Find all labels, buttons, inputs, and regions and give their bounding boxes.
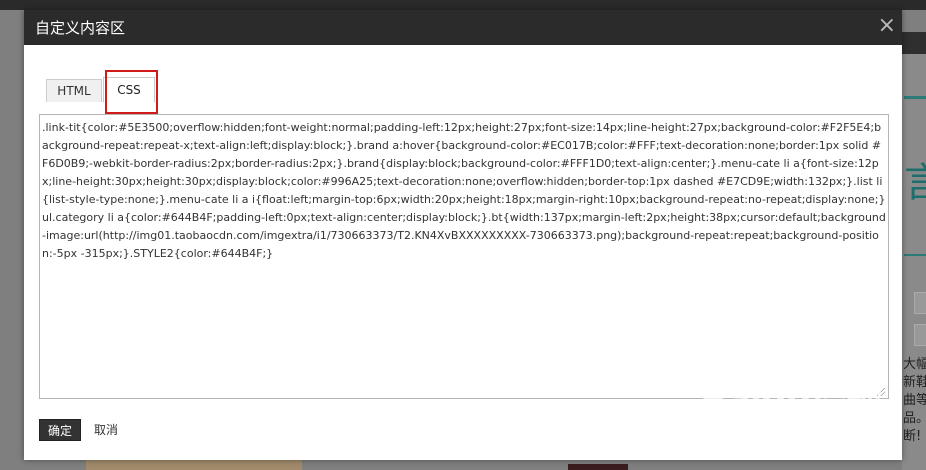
resize-grip-icon[interactable]: [877, 388, 885, 396]
dialog-header: 自定义内容区 ×: [24, 10, 902, 45]
background-input-fragment: [914, 324, 926, 346]
background-divider: [904, 96, 926, 99]
confirm-button[interactable]: 确定: [39, 419, 81, 441]
background-topbar: [0, 0, 926, 10]
css-code-editor[interactable]: .link-tit{color:#5E3500;overflow:hidden;…: [39, 114, 889, 399]
background-header-strip: [902, 32, 926, 54]
close-icon[interactable]: ×: [878, 14, 896, 38]
background-button: [568, 464, 628, 470]
dialog-title: 自定义内容区: [35, 19, 126, 37]
background-text: 大幅 新鞋 曲等 品。 断!: [903, 357, 926, 444]
background-logo-fragment: 言: [904, 160, 926, 206]
cancel-button[interactable]: 取消: [94, 419, 118, 441]
custom-content-dialog: 自定义内容区 × HTML CSS .link-tit{color:#5E350…: [24, 10, 902, 460]
background-image: [86, 460, 302, 470]
background-input-fragment: [914, 292, 926, 314]
tab-html[interactable]: HTML: [46, 79, 102, 102]
background-divider: [904, 254, 926, 256]
tab-css[interactable]: CSS: [103, 77, 155, 103]
